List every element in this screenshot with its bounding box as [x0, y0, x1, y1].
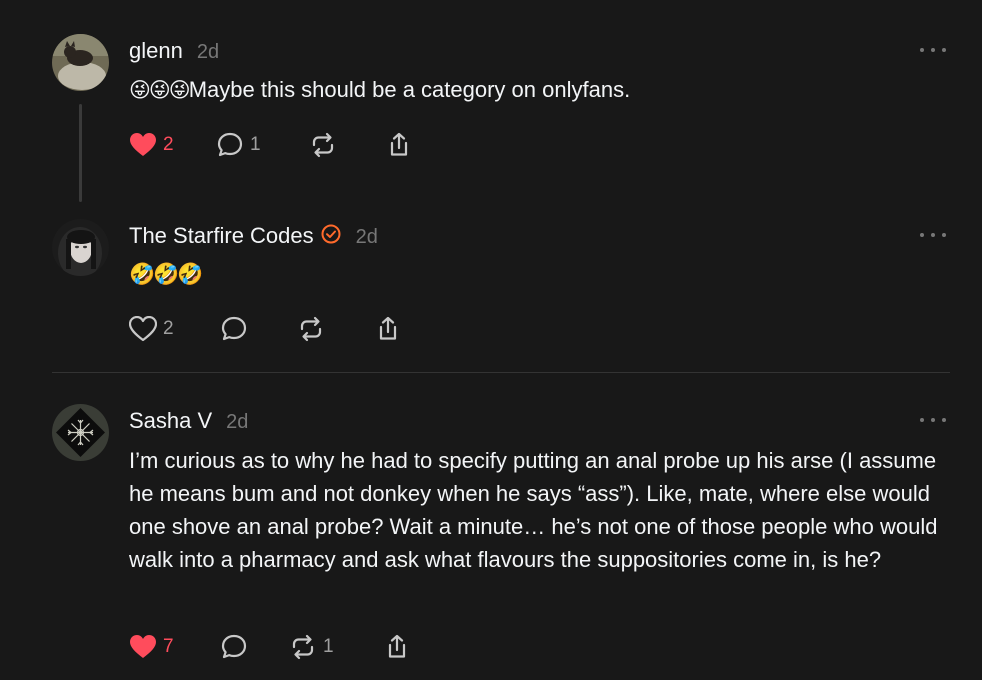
- repost-count: 1: [323, 636, 334, 657]
- repost-icon: [300, 316, 322, 342]
- emoji-text: 🤣🤣🤣: [129, 263, 203, 286]
- comment-icon: [221, 634, 247, 659]
- username[interactable]: The Starfire Codes 2d: [129, 223, 378, 251]
- post-body: I’m curious as to why he had to specify …: [129, 448, 938, 572]
- post-starfire: The Starfire Codes 2d 🤣🤣🤣 2: [0, 210, 982, 370]
- comment-icon: [217, 132, 243, 157]
- heart-icon: [130, 635, 156, 658]
- reply-button[interactable]: [220, 630, 248, 664]
- like-count: 7: [163, 636, 174, 657]
- username[interactable]: Sasha V 2d: [129, 408, 248, 434]
- repost-button[interactable]: [297, 312, 325, 346]
- like-button[interactable]: 2: [129, 312, 174, 346]
- more-icon[interactable]: [920, 45, 946, 55]
- repost-icon: [312, 132, 334, 158]
- timestamp: 2d: [226, 411, 249, 433]
- share-icon: [388, 634, 406, 658]
- like-button[interactable]: 2: [129, 128, 174, 162]
- emoji-text: 😜😜😜: [129, 79, 191, 102]
- more-icon[interactable]: [920, 230, 946, 240]
- username-text[interactable]: Sasha V: [129, 408, 212, 433]
- reply-count: 1: [250, 134, 261, 155]
- like-count: 2: [163, 318, 174, 339]
- more-icon[interactable]: [920, 415, 946, 425]
- repost-icon: [292, 634, 314, 660]
- post-text: 🤣🤣🤣: [129, 257, 949, 291]
- share-button[interactable]: [383, 630, 411, 664]
- heart-icon: [129, 316, 157, 342]
- divider: [52, 372, 950, 373]
- comment-icon: [221, 316, 247, 341]
- like-count: 2: [163, 134, 174, 155]
- verified-badge-icon: [320, 223, 342, 251]
- username-text[interactable]: The Starfire Codes: [129, 223, 314, 248]
- reply-button[interactable]: 1: [216, 128, 261, 162]
- thread-line: [79, 104, 82, 202]
- share-icon: [379, 316, 397, 340]
- username[interactable]: glenn 2d: [129, 38, 219, 64]
- repost-button[interactable]: [309, 128, 337, 162]
- share-icon: [390, 132, 408, 156]
- repost-button[interactable]: 1: [289, 630, 334, 664]
- post-text: 😜😜😜Maybe this should be a category on on…: [129, 73, 949, 107]
- avatar[interactable]: [52, 404, 109, 461]
- avatar[interactable]: [52, 34, 109, 91]
- post-text: I’m curious as to why he had to specify …: [129, 444, 949, 576]
- username-text[interactable]: glenn: [129, 38, 183, 63]
- post-glenn: glenn 2d 😜😜😜Maybe this should be a catego…: [0, 0, 982, 210]
- like-button[interactable]: 7: [129, 630, 174, 664]
- timestamp: 2d: [355, 226, 378, 248]
- share-button[interactable]: [385, 128, 413, 162]
- share-button[interactable]: [374, 312, 402, 346]
- post-sasha: Sasha V 2d I’m curious as to why he had t…: [0, 380, 982, 680]
- timestamp: 2d: [196, 41, 220, 63]
- reply-button[interactable]: [220, 312, 248, 346]
- heart-icon: [130, 133, 156, 156]
- post-body: Maybe this should be a category on onlyf…: [188, 77, 631, 102]
- avatar[interactable]: [52, 219, 109, 276]
